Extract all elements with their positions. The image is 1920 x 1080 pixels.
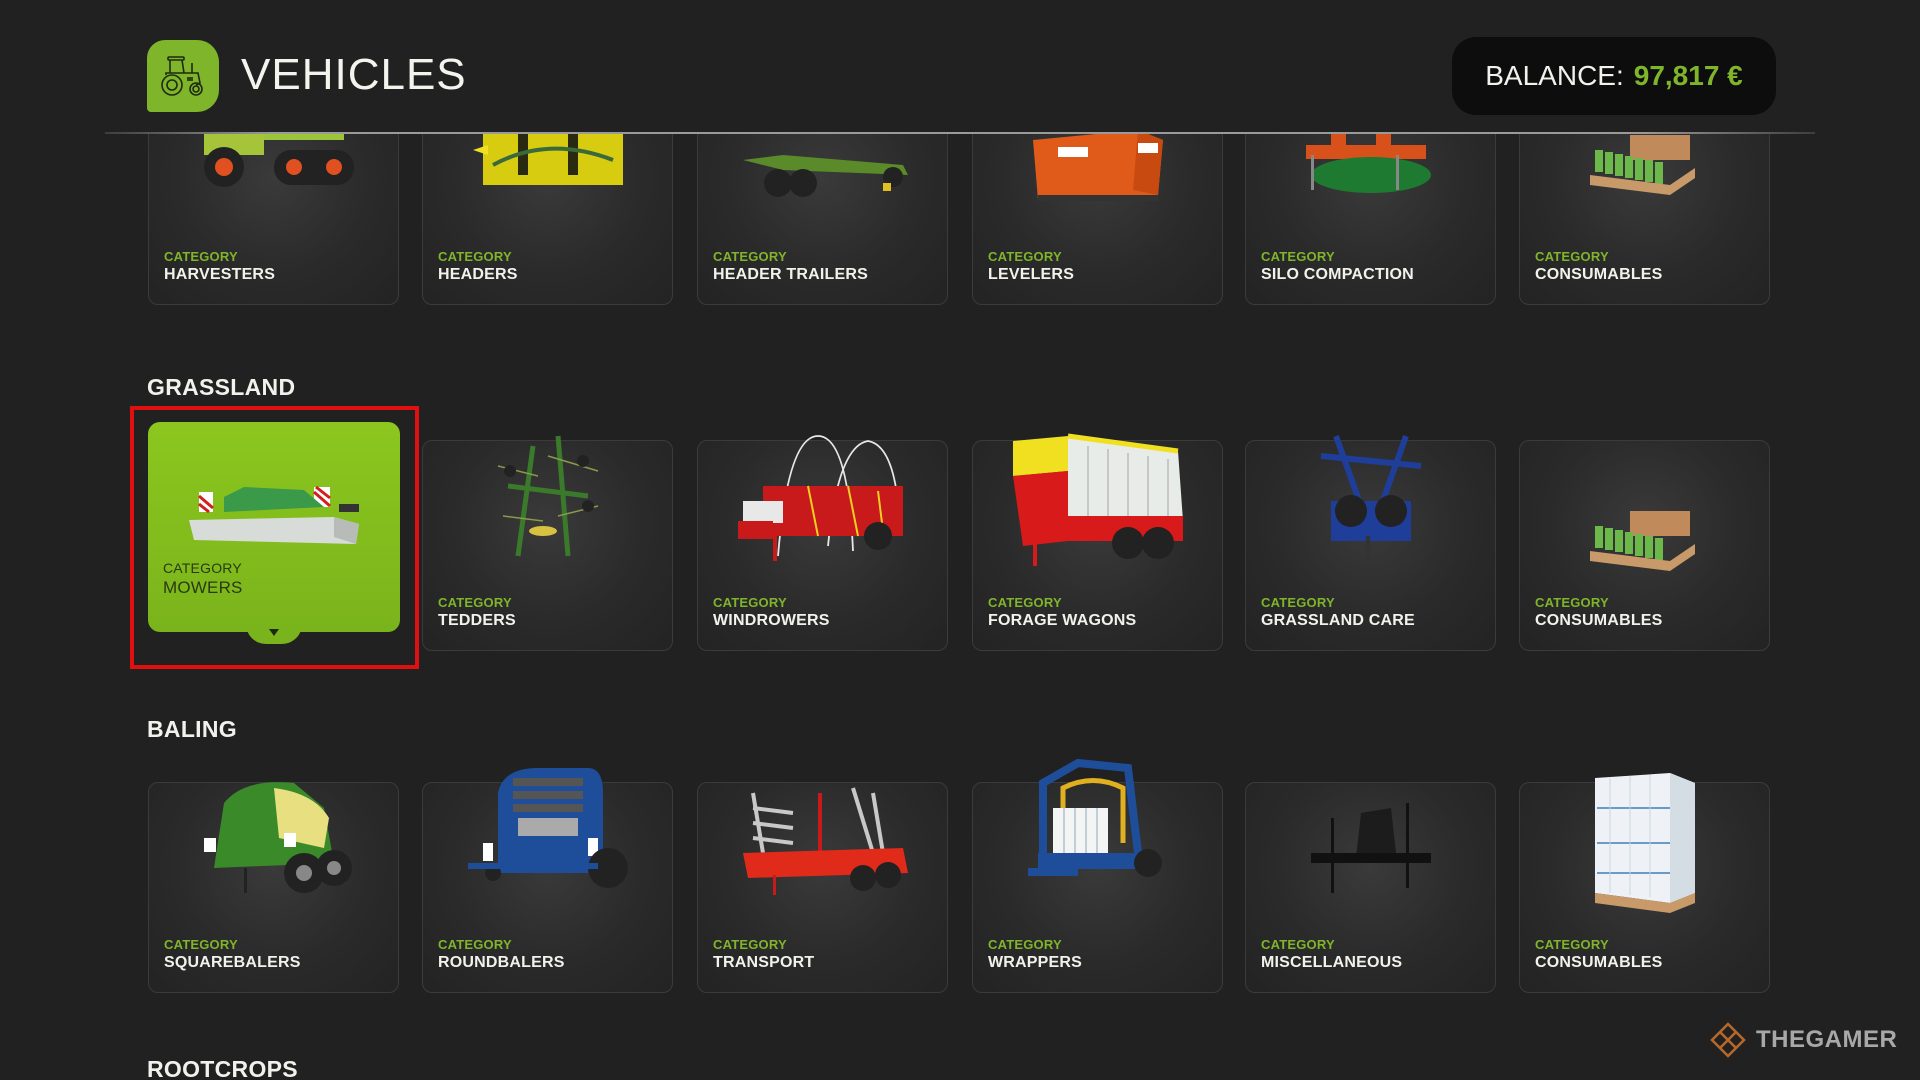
category-scroll-area[interactable]: CATEGORY HARVESTERS CATEGORY HEADERS CAT…	[0, 134, 1920, 1080]
category-card-forage-wagons[interactable]: CATEGORY FORAGE WAGONS	[972, 433, 1223, 651]
category-label: CATEGORY	[713, 937, 787, 952]
category-card-windrowers[interactable]: CATEGORY WINDROWERS	[697, 435, 948, 651]
category-card-consumables[interactable]: CATEGORY CONSUMABLES	[1519, 134, 1770, 305]
category-card-grassland-care[interactable]: CATEGORY GRASSLAND CARE	[1245, 434, 1496, 651]
leveler-image	[1032, 134, 1163, 201]
category-label: CATEGORY	[1535, 595, 1609, 610]
category-label: CATEGORY	[713, 249, 787, 264]
header-trailer-image	[742, 155, 908, 197]
header-image	[472, 134, 623, 185]
section-title-rootcrops: ROOTCROPS	[147, 1056, 298, 1080]
category-card-transport[interactable]: CATEGORY TRANSPORT	[697, 782, 948, 993]
roundbaler-image	[467, 768, 628, 888]
category-card-harvesters[interactable]: CATEGORY HARVESTERS	[148, 134, 399, 305]
squarebaler-image	[203, 782, 352, 893]
category-name: CONSUMABLES	[1535, 266, 1663, 283]
category-card-silo-compaction[interactable]: CATEGORY SILO COMPACTION	[1245, 134, 1496, 305]
balance-value: 97,817 €	[1633, 60, 1743, 91]
windrower-image	[737, 435, 903, 561]
bale-trailer-image	[742, 787, 908, 895]
category-name: SQUAREBALERS	[164, 954, 301, 971]
category-card-roundbalers[interactable]: CATEGORY ROUNDBALERS	[422, 768, 673, 993]
category-label: CATEGORY	[713, 595, 787, 610]
category-name: WRAPPERS	[988, 954, 1083, 971]
silo-compactor-image	[1305, 134, 1431, 193]
category-name: LEVELERS	[988, 266, 1075, 283]
category-card-consumables[interactable]: CATEGORY CONSUMABLES	[1519, 773, 1770, 993]
category-card-headers[interactable]: CATEGORY HEADERS	[422, 134, 673, 305]
pallet-bottles-image	[1589, 511, 1695, 571]
wrapper-image	[1027, 758, 1162, 877]
category-label: CATEGORY	[1535, 249, 1609, 264]
tractor-icon	[161, 56, 203, 96]
category-label: CATEGORY	[163, 560, 242, 576]
pallet-bottles-image	[1589, 135, 1695, 195]
bale-fork-image	[1310, 803, 1431, 893]
category-name: GRASSLAND CARE	[1261, 612, 1415, 629]
category-name: HEADER TRAILERS	[713, 266, 869, 283]
category-label: CATEGORY	[438, 595, 512, 610]
pallet-wrap-image	[1594, 773, 1695, 913]
section-title-grassland: GRASSLAND	[147, 374, 296, 400]
thegamer-logo-icon	[1710, 1022, 1746, 1058]
category-label: CATEGORY	[438, 937, 512, 952]
harvester-image	[203, 134, 354, 187]
category-name: ROUNDBALERS	[438, 954, 565, 971]
category-label: CATEGORY	[988, 595, 1062, 610]
category-card-header-trailers[interactable]: CATEGORY HEADER TRAILERS	[697, 134, 948, 305]
category-name: FORAGE WAGONS	[988, 612, 1137, 629]
category-label: CATEGORY	[988, 937, 1062, 952]
watermark: THEGAMER	[1708, 1020, 1897, 1060]
category-name: HARVESTERS	[164, 266, 276, 283]
category-label: CATEGORY	[164, 937, 238, 952]
category-label: CATEGORY	[1261, 595, 1335, 610]
category-card-mowers[interactable]: CATEGORY MOWERS	[148, 422, 400, 644]
category-label: CATEGORY	[438, 249, 512, 264]
balance-display: BALANCE: 97,817 €	[1452, 37, 1776, 115]
page-title: VEHICLES	[241, 50, 467, 99]
category-name: MISCELLANEOUS	[1261, 954, 1403, 971]
tedder-image	[497, 435, 598, 557]
category-card-miscellaneous[interactable]: CATEGORY MISCELLANEOUS	[1245, 782, 1496, 993]
category-card-levelers[interactable]: CATEGORY LEVELERS	[972, 134, 1223, 305]
category-name: MOWERS	[163, 578, 243, 597]
category-card-consumables[interactable]: CATEGORY CONSUMABLES	[1519, 440, 1770, 651]
category-label: CATEGORY	[164, 249, 238, 264]
category-name: SILO COMPACTION	[1261, 266, 1414, 283]
forage-wagon-image	[1012, 433, 1183, 566]
category-name: CONSUMABLES	[1535, 612, 1663, 629]
caret-down-icon	[269, 628, 279, 636]
category-card-squarebalers[interactable]: CATEGORY SQUAREBALERS	[148, 782, 399, 993]
balance-label: BALANCE:	[1485, 60, 1624, 91]
category-label: CATEGORY	[1261, 249, 1335, 264]
category-label: CATEGORY	[1261, 937, 1335, 952]
category-label: CATEGORY	[988, 249, 1062, 264]
category-name: TEDDERS	[438, 612, 516, 629]
watermark-text: THEGAMER	[1756, 1026, 1898, 1053]
category-name: TRANSPORT	[713, 954, 815, 971]
grassland-care-image	[1320, 434, 1421, 561]
category-card-wrappers[interactable]: CATEGORY WRAPPERS	[972, 758, 1223, 993]
category-name: HEADERS	[438, 266, 518, 283]
section-title-baling: BALING	[147, 716, 237, 742]
vehicles-app-icon	[147, 40, 219, 112]
category-label: CATEGORY	[1535, 937, 1609, 952]
mower-image	[189, 485, 359, 544]
category-name: WINDROWERS	[713, 612, 830, 629]
category-name: CONSUMABLES	[1535, 954, 1663, 971]
category-card-tedders[interactable]: CATEGORY TEDDERS	[422, 435, 673, 651]
